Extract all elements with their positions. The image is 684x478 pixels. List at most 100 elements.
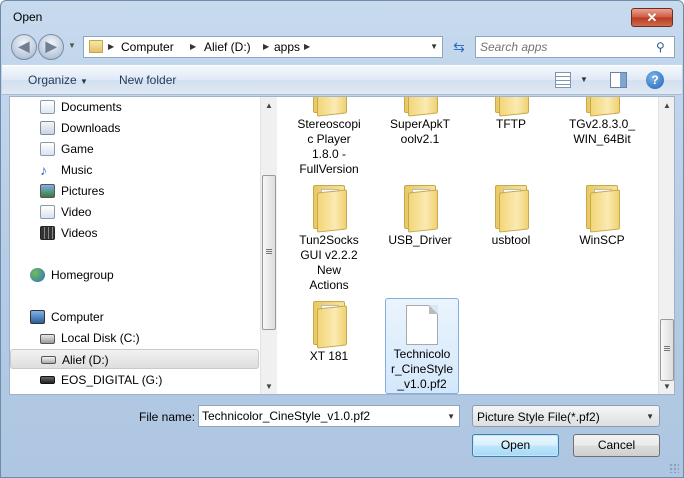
list-item[interactable]: SuperApkT oolv2.1 bbox=[383, 97, 457, 147]
nav-item-homegroup[interactable]: Homegroup bbox=[10, 265, 259, 285]
nav-item-eos-digital-g[interactable]: EOS_DIGITAL (G:) bbox=[10, 370, 259, 390]
preview-pane-icon[interactable] bbox=[610, 72, 627, 88]
folder-icon bbox=[582, 97, 622, 117]
scroll-up-icon[interactable]: ▲ bbox=[663, 101, 671, 110]
open-button[interactable]: Open bbox=[472, 434, 559, 457]
command-bar: Organize ▼ New folder ▼ ? bbox=[2, 65, 682, 95]
drive-icon bbox=[41, 356, 56, 364]
nav-item-videos[interactable]: Videos bbox=[10, 223, 259, 243]
forward-button[interactable]: ▶ bbox=[38, 34, 64, 60]
change-view-icon[interactable] bbox=[555, 72, 571, 88]
organize-button[interactable]: Organize ▼ bbox=[28, 73, 88, 87]
address-bar[interactable]: ▶ Computer ▶ Alief (D:) ▶ apps ▶ ▼ bbox=[83, 36, 443, 58]
cancel-button[interactable]: Cancel bbox=[573, 434, 660, 457]
chevron-down-icon[interactable]: ▼ bbox=[580, 75, 588, 84]
folder-icon bbox=[309, 299, 349, 349]
breadcrumb-apps[interactable]: apps bbox=[274, 40, 300, 54]
chevron-down-icon[interactable]: ▼ bbox=[447, 412, 455, 421]
list-item[interactable]: Tun2Socks GUI v2.2.2 New Actions bbox=[292, 183, 366, 293]
scroll-down-icon[interactable]: ▼ bbox=[265, 382, 273, 391]
scrollbar-thumb[interactable] bbox=[660, 319, 674, 381]
search-box[interactable]: ⚲ bbox=[475, 36, 675, 58]
file-name-combobox[interactable]: ▼ bbox=[198, 405, 460, 427]
browser-area: Documents Downloads Game ♪ Music Picture… bbox=[9, 96, 675, 395]
close-icon: ✕ bbox=[646, 10, 658, 25]
documents-icon bbox=[40, 100, 55, 114]
file-list: Stereoscopi c Player 1.8.0 - FullVersion Su… bbox=[278, 97, 658, 394]
drive-icon bbox=[40, 376, 55, 384]
breadcrumb-separator-icon[interactable]: ▶ bbox=[108, 42, 114, 51]
file-list-scrollbar[interactable]: ▲ ▼ bbox=[658, 97, 674, 394]
nav-item-label: Documents bbox=[61, 100, 122, 114]
nav-item-documents[interactable]: Documents bbox=[10, 97, 259, 117]
nav-item-game[interactable]: Game bbox=[10, 139, 259, 159]
homegroup-icon bbox=[30, 268, 45, 282]
file-name: usbtool bbox=[491, 233, 531, 247]
organize-label: Organize bbox=[28, 73, 77, 87]
folder-icon bbox=[309, 97, 349, 117]
chevron-down-icon: ▼ bbox=[646, 412, 654, 421]
scroll-up-icon[interactable]: ▲ bbox=[265, 101, 273, 110]
resize-grip-icon[interactable] bbox=[669, 463, 679, 473]
list-item[interactable]: XT 181 bbox=[292, 299, 366, 364]
recent-pages-dropdown[interactable]: ▼ bbox=[68, 41, 76, 50]
list-item[interactable]: TFTP bbox=[474, 97, 548, 132]
navigation-scrollbar[interactable]: ▲ ▼ bbox=[260, 97, 277, 394]
nav-item-downloads[interactable]: Downloads bbox=[10, 118, 259, 138]
document-icon bbox=[406, 305, 438, 345]
file-name-field[interactable] bbox=[202, 408, 437, 424]
nav-item-label: Videos bbox=[61, 226, 98, 240]
library-icon bbox=[40, 205, 55, 219]
nav-item-label: Local Disk (C:) bbox=[61, 331, 140, 345]
file-type-select[interactable]: Picture Style File(*.pf2) ▼ bbox=[472, 405, 660, 427]
close-button[interactable]: ✕ bbox=[631, 8, 673, 27]
nav-item-label: Video bbox=[61, 205, 92, 219]
nav-item-label: Music bbox=[61, 163, 93, 177]
list-item-selected[interactable]: Technicolo r_CineStyle _v1.0.pf2 bbox=[385, 298, 459, 394]
grip-icon bbox=[664, 346, 670, 347]
breadcrumb-separator-icon[interactable]: ▶ bbox=[304, 42, 310, 51]
music-icon: ♪ bbox=[40, 162, 47, 178]
open-dialog: Open ✕ ◀ ▶ ▼ ▶ Computer ▶ Alief (D:) ▶ a… bbox=[0, 0, 684, 478]
list-item[interactable]: usbtool bbox=[474, 183, 548, 248]
search-icon[interactable]: ⚲ bbox=[656, 40, 670, 54]
breadcrumb-separator-icon[interactable]: ▶ bbox=[190, 42, 196, 51]
computer-icon bbox=[30, 310, 45, 324]
breadcrumb-computer[interactable]: Computer bbox=[121, 40, 174, 54]
grip-icon bbox=[664, 348, 670, 349]
nav-item-local-disk-c[interactable]: Local Disk (C:) bbox=[10, 328, 259, 348]
nav-item-pictures[interactable]: Pictures bbox=[10, 181, 259, 201]
list-item[interactable]: WinSCP bbox=[565, 183, 639, 248]
folder-icon bbox=[582, 183, 622, 233]
disk-icon bbox=[40, 334, 55, 344]
back-button[interactable]: ◀ bbox=[11, 34, 37, 60]
breadcrumb-separator-icon[interactable]: ▶ bbox=[263, 42, 269, 51]
file-name: XT 181 bbox=[309, 349, 349, 363]
folder-icon bbox=[89, 40, 103, 53]
nav-item-computer[interactable]: Computer bbox=[10, 307, 259, 327]
folder-icon bbox=[309, 183, 349, 233]
file-name: TGv2.8.3.0_ WIN_64Bit bbox=[568, 117, 636, 146]
list-item[interactable]: USB_Driver bbox=[383, 183, 457, 248]
folder-icon bbox=[491, 97, 531, 117]
scroll-down-icon[interactable]: ▼ bbox=[663, 382, 671, 391]
title-bar[interactable]: Open ✕ bbox=[1, 1, 683, 31]
list-item[interactable]: Stereoscopi c Player 1.8.0 - FullVersion bbox=[292, 97, 366, 177]
nav-item-alief-d[interactable]: Alief (D:) bbox=[10, 349, 259, 369]
new-folder-button[interactable]: New folder bbox=[119, 73, 176, 87]
search-input[interactable] bbox=[480, 39, 650, 55]
nav-item-label: EOS_DIGITAL (G:) bbox=[61, 373, 163, 387]
library-icon bbox=[40, 142, 55, 156]
navigation-pane: Documents Downloads Game ♪ Music Picture… bbox=[10, 97, 262, 394]
refresh-button[interactable]: ⇆ bbox=[448, 36, 470, 58]
scrollbar-thumb[interactable] bbox=[262, 175, 276, 330]
breadcrumb-alief-d[interactable]: Alief (D:) bbox=[204, 40, 251, 54]
pictures-icon bbox=[40, 184, 55, 198]
list-item[interactable]: TGv2.8.3.0_ WIN_64Bit bbox=[565, 97, 639, 147]
help-icon[interactable]: ? bbox=[646, 71, 664, 89]
chevron-down-icon[interactable]: ▼ bbox=[430, 42, 438, 51]
nav-item-video[interactable]: Video bbox=[10, 202, 259, 222]
file-name: Stereoscopi c Player 1.8.0 - FullVersion bbox=[297, 117, 361, 176]
grip-icon bbox=[266, 251, 272, 252]
nav-item-music[interactable]: ♪ Music bbox=[10, 160, 259, 180]
